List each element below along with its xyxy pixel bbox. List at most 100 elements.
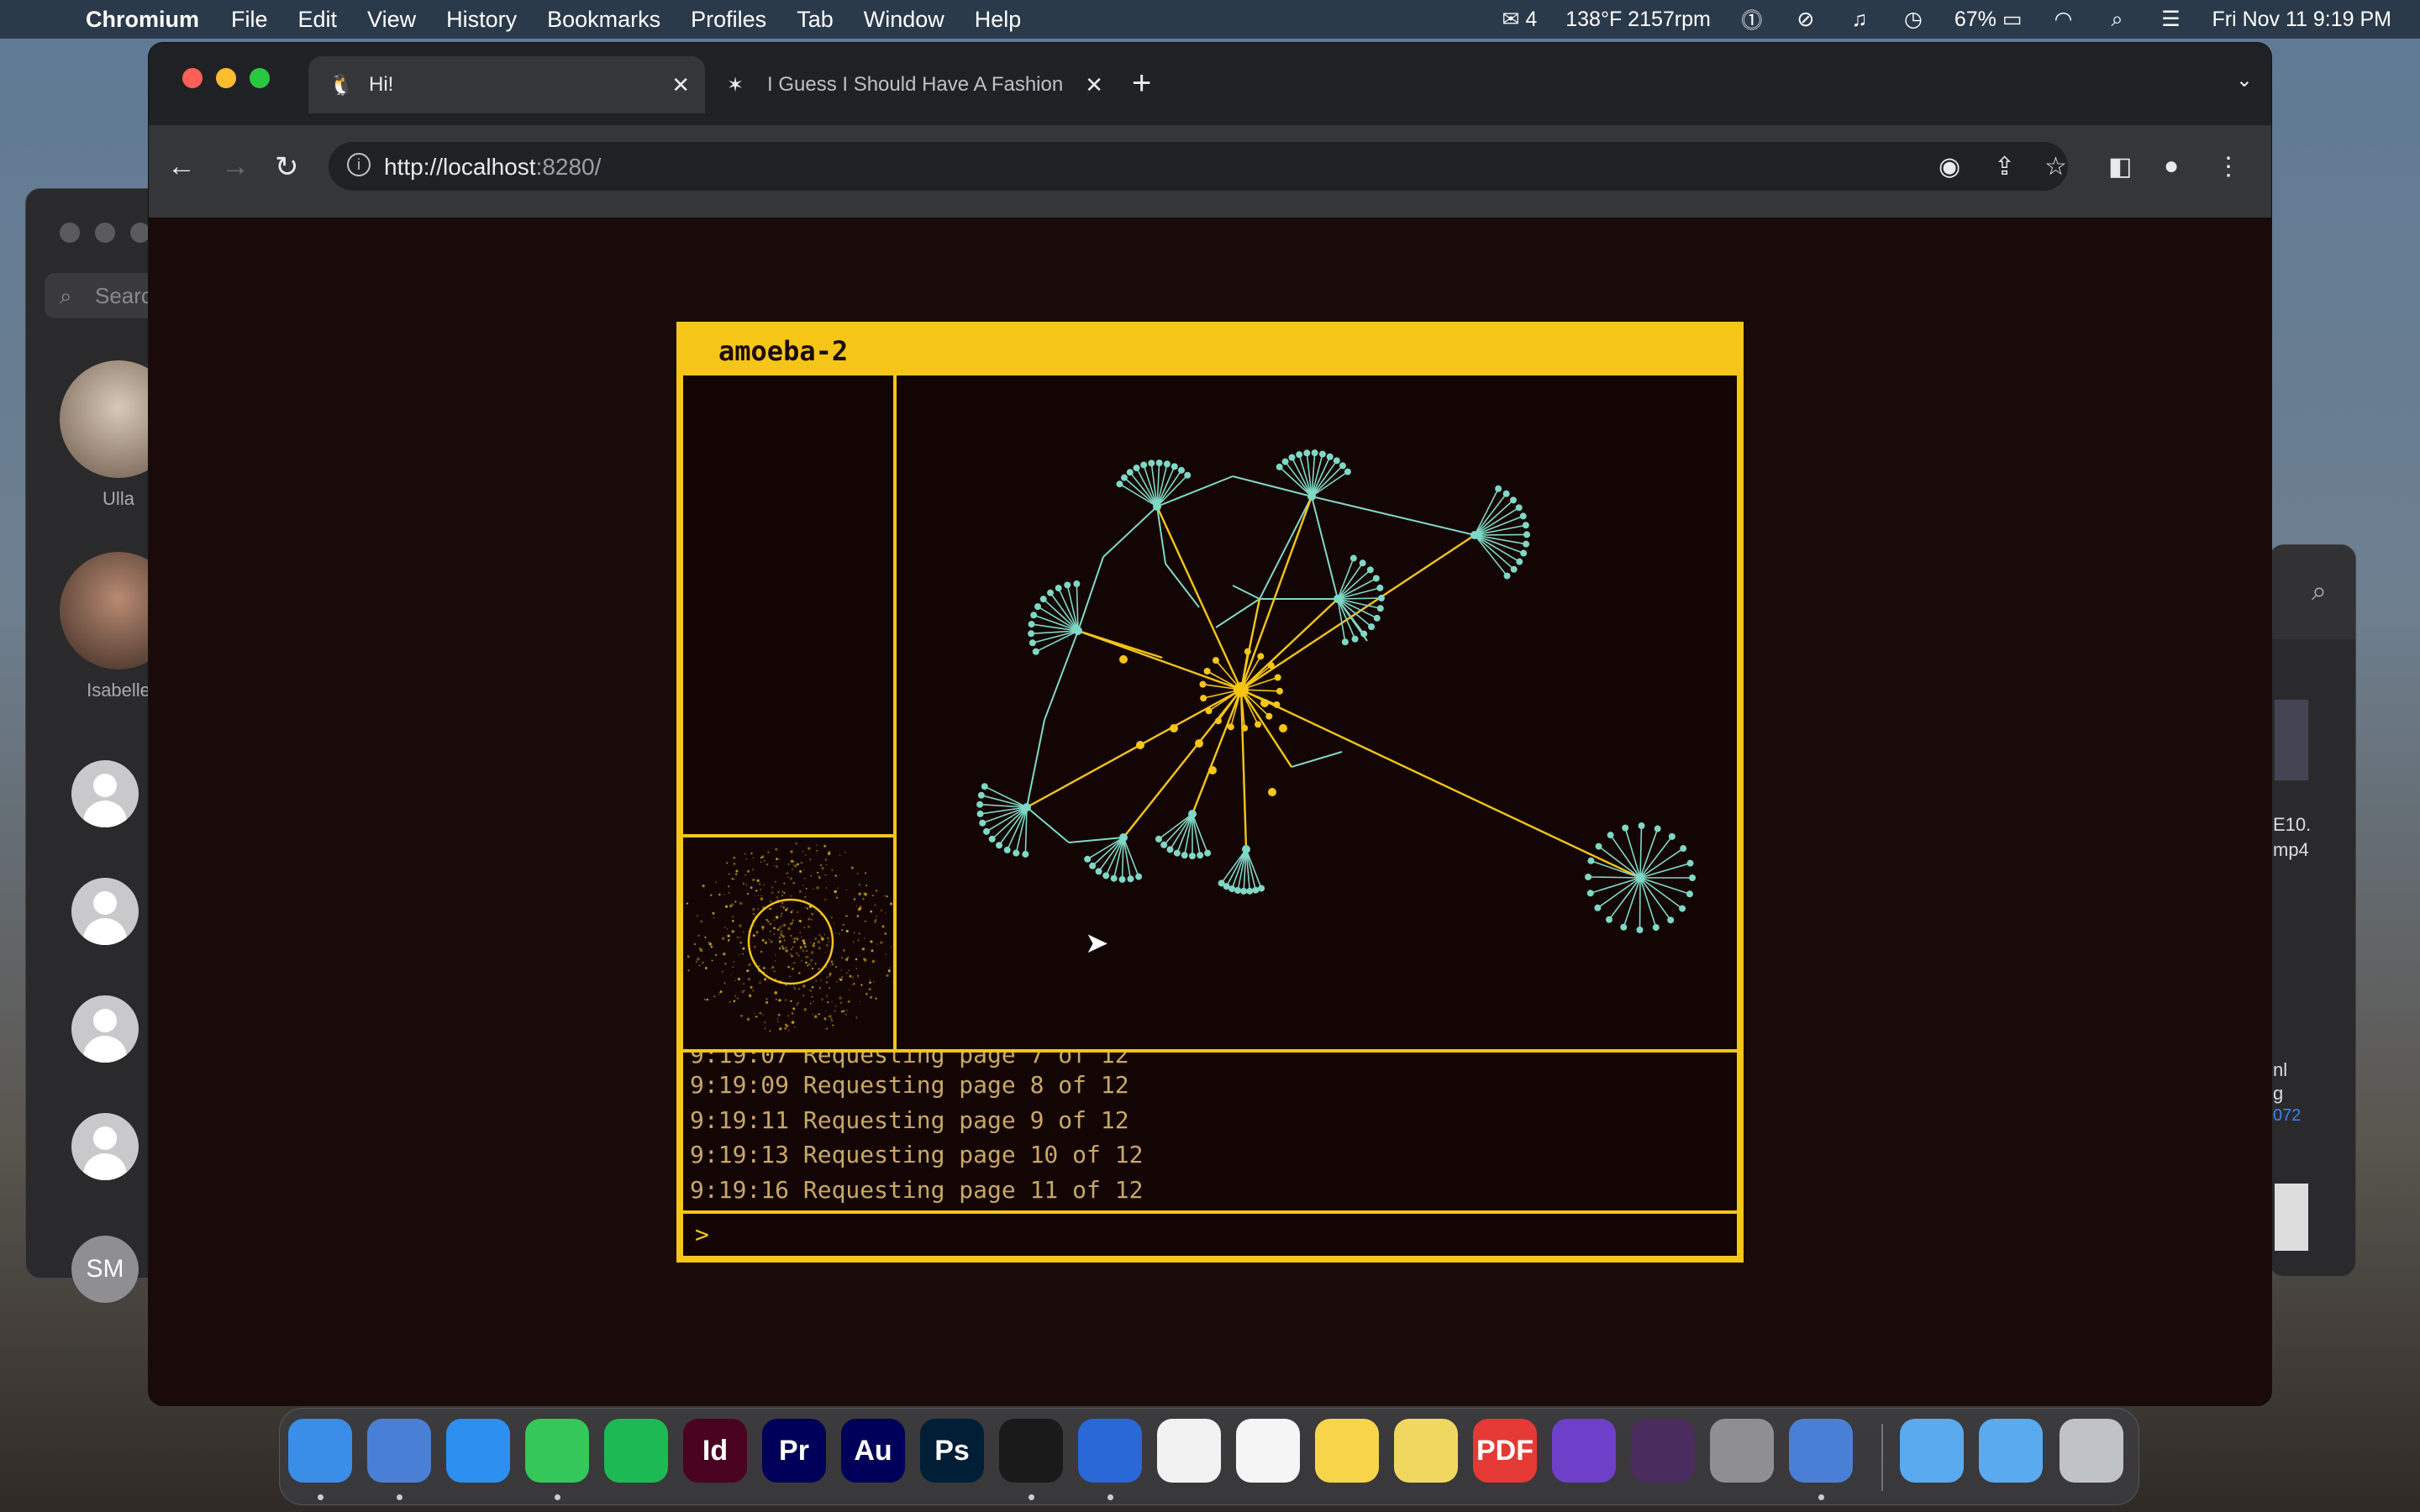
safari-icon[interactable] (446, 1419, 510, 1483)
chromium-icon[interactable] (367, 1419, 431, 1483)
graph-node[interactable] (1170, 724, 1178, 732)
graph-hub-node[interactable] (1119, 833, 1128, 842)
graph-leaf-node[interactable] (1318, 450, 1326, 458)
graph-leaf-node[interactable] (1118, 875, 1126, 883)
close-tab-icon[interactable]: ✕ (1085, 72, 1103, 98)
graph-leaf-node[interactable] (976, 801, 984, 808)
tab-search-chevron-icon[interactable]: ⌄ (2236, 68, 2253, 92)
app-icon-cyan[interactable] (999, 1419, 1063, 1483)
graph-leaf-node[interactable] (1620, 923, 1628, 931)
graph-hub-node[interactable] (1023, 803, 1031, 811)
graph-leaf-node[interactable] (1177, 466, 1185, 474)
new-tab-button[interactable]: + (1132, 65, 1151, 102)
graph-leaf-node[interactable] (1372, 575, 1380, 582)
graph-leaf-node[interactable] (1516, 558, 1523, 565)
graph-leaf-node[interactable] (1333, 457, 1340, 465)
graph-leaf-node[interactable] (1605, 916, 1612, 923)
graph-leaf-node[interactable] (1028, 630, 1035, 638)
graph-leaf-node[interactable] (1607, 832, 1614, 839)
graph-leaf-node[interactable] (1686, 890, 1693, 898)
spotify-icon[interactable] (604, 1419, 668, 1483)
graph-leaf-node[interactable] (1203, 668, 1211, 675)
graph-leaf-node[interactable] (1377, 595, 1385, 602)
graph-leaf-node[interactable] (1160, 841, 1168, 848)
graph-node[interactable] (1136, 741, 1144, 749)
graph-leaf-node[interactable] (1204, 849, 1212, 857)
graph-leaf-node[interactable] (1522, 522, 1529, 529)
graph-leaf-node[interactable] (1241, 724, 1249, 732)
forward-button[interactable]: → (221, 150, 250, 183)
graph-leaf-node[interactable] (1679, 905, 1686, 912)
graph-leaf-node[interactable] (1376, 605, 1384, 612)
network-graph[interactable] (897, 375, 1737, 1049)
zoom-window-button[interactable] (250, 68, 270, 88)
graph-leaf-node[interactable] (1102, 872, 1110, 879)
menu-profiles[interactable]: Profiles (691, 7, 766, 33)
sync-icon[interactable]: ⊘ (1793, 7, 1818, 32)
file-thumbnail[interactable] (2275, 700, 2308, 780)
graph-leaf-node[interactable] (981, 783, 988, 790)
graph-leaf-node[interactable] (1258, 885, 1265, 892)
file-thumbnail[interactable] (2275, 1184, 2308, 1251)
graph-leaf-node[interactable] (979, 819, 986, 827)
graph-leaf-node[interactable] (1495, 485, 1502, 492)
graph-leaf-node[interactable] (1022, 850, 1029, 858)
graph-leaf-node[interactable] (1140, 461, 1148, 469)
graph-node[interactable] (1208, 766, 1217, 774)
premiere-icon[interactable]: Pr (762, 1419, 826, 1483)
graph-leaf-node[interactable] (1503, 572, 1511, 580)
graph-leaf-node[interactable] (1680, 845, 1687, 853)
system-settings-icon[interactable] (1710, 1419, 1774, 1483)
graph-leaf-node[interactable] (1351, 635, 1359, 643)
graph-leaf-node[interactable] (1013, 849, 1020, 857)
graph-leaf-node[interactable] (1163, 460, 1171, 468)
graph-leaf-node[interactable] (1064, 581, 1071, 589)
bookmark-star-icon[interactable]: ☆ (2044, 152, 2067, 181)
graph-hub-node[interactable] (1153, 502, 1161, 511)
graph-hub-node[interactable] (1188, 810, 1197, 818)
graph-leaf-node[interactable] (1359, 559, 1366, 567)
graph-leaf-node[interactable] (1047, 589, 1055, 596)
menu-history[interactable]: History (446, 7, 517, 33)
sensor-readout[interactable]: 138°F 2157rpm (1565, 8, 1711, 32)
close-tab-icon[interactable]: ✕ (671, 72, 690, 98)
graph-leaf-node[interactable] (1034, 603, 1042, 611)
graph-leaf-node[interactable] (1148, 459, 1155, 467)
graph-hub-node[interactable] (1470, 531, 1479, 539)
menu-clock[interactable]: Fri Nov 11 9:19 PM (2212, 8, 2391, 32)
file-link-text[interactable]: 072 (2273, 1106, 2301, 1126)
audition-icon[interactable]: Au (841, 1419, 905, 1483)
graph-leaf-node[interactable] (1311, 449, 1318, 457)
tab-hi[interactable]: 🐧 Hi! ✕ (308, 56, 705, 113)
graph-leaf-node[interactable] (1173, 849, 1181, 857)
menu-edit[interactable]: Edit (298, 7, 338, 33)
contact-placeholder-avatar[interactable] (71, 760, 139, 827)
textedit-icon[interactable] (1236, 1419, 1300, 1483)
graph-leaf-node[interactable] (1303, 449, 1311, 457)
graph-leaf-node[interactable] (1652, 924, 1660, 932)
onepassword-icon[interactable]: ⓵ (1739, 7, 1765, 33)
graph-leaf-node[interactable] (1339, 462, 1346, 470)
graph-leaf-node[interactable] (1188, 853, 1196, 859)
pdf-icon[interactable]: PDF (1473, 1419, 1537, 1483)
search-icon[interactable]: ⌕ (2312, 575, 2327, 607)
graph-leaf-node[interactable] (1594, 904, 1602, 911)
graph-leaf-node[interactable] (1638, 822, 1645, 830)
graph-node[interactable] (1268, 788, 1276, 796)
graph-leaf-node[interactable] (1509, 496, 1517, 504)
graph-leaf-node[interactable] (1276, 687, 1283, 695)
graph-leaf-node[interactable] (1510, 565, 1518, 573)
graph-leaf-node[interactable] (1171, 463, 1178, 470)
graph-leaf-node[interactable] (1055, 585, 1062, 592)
graph-leaf-node[interactable] (1133, 465, 1140, 472)
graph-leaf-node[interactable] (1234, 886, 1242, 894)
graph-leaf-node[interactable] (1089, 862, 1097, 869)
graph-leaf-node[interactable] (1110, 874, 1118, 882)
contact-initials-avatar[interactable]: SM (71, 1236, 139, 1303)
graph-leaf-node[interactable] (1212, 657, 1219, 664)
minimize-window-button[interactable] (216, 68, 236, 88)
menu-tab[interactable]: Tab (797, 7, 834, 33)
graph-leaf-node[interactable] (1244, 648, 1251, 655)
graph-leaf-node[interactable] (1376, 584, 1384, 591)
coral-icon[interactable] (1078, 1419, 1142, 1483)
